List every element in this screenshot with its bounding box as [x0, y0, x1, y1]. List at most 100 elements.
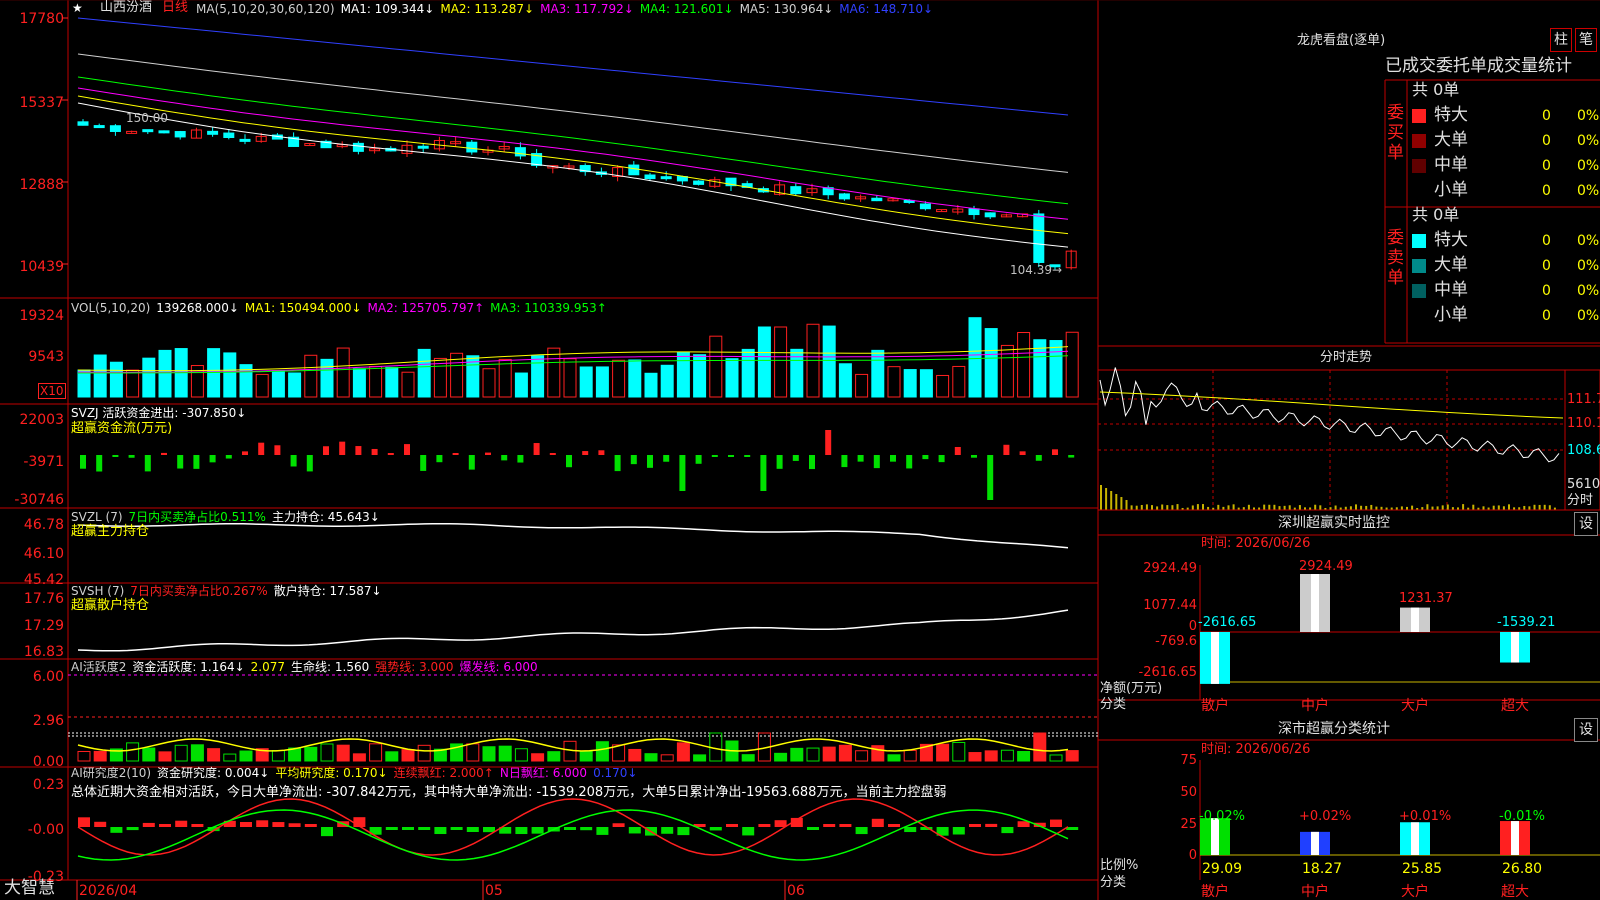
bar-mode-button[interactable]: 柱	[1550, 28, 1572, 52]
ma3-line	[77, 87, 1069, 220]
ai-active-bar	[401, 749, 415, 762]
svzj-bar	[630, 455, 637, 465]
ai-active-bar	[369, 743, 383, 762]
legend-item: MA3: 117.792↓	[540, 2, 634, 16]
sell-row-count: 0	[1542, 308, 1551, 324]
monitor-axis-sub: 分类	[1100, 697, 1127, 712]
svzj-y-label: -30746	[14, 492, 64, 508]
intraday-vol-bar	[1110, 491, 1113, 510]
candle-body	[352, 142, 364, 152]
ai-research-bar	[466, 827, 479, 832]
legend-item: 0.170↓	[593, 766, 638, 780]
intraday-vol-bar	[1436, 506, 1439, 510]
monitor-y-label: 2924.49	[1143, 561, 1197, 576]
intraday-vol-bar	[1268, 504, 1271, 510]
volume-bar	[838, 363, 852, 398]
volume-bar	[77, 369, 91, 398]
ai-research-bar	[774, 820, 787, 827]
monitor-category: 中户	[1301, 698, 1329, 714]
ai-research-bar	[564, 827, 576, 830]
intraday-vol-bar	[1156, 506, 1159, 510]
monitor-settings-button[interactable]: 设	[1574, 512, 1598, 536]
svsh-y-label: 17.76	[23, 591, 64, 607]
intraday-vol-bar	[1355, 504, 1357, 510]
volume-bars	[77, 317, 1079, 398]
svzj-bar	[306, 455, 313, 472]
ai-research-bar	[726, 824, 738, 827]
pen-mode-button[interactable]: 笔	[1575, 28, 1597, 52]
legend-item: 资金研究度: 0.004↓	[157, 766, 270, 780]
svzj-bar	[971, 455, 977, 458]
intraday-vol-bar	[1191, 505, 1194, 510]
volume-bar	[417, 348, 431, 398]
candle-body	[838, 193, 850, 200]
intraday-vol-bar	[1171, 505, 1174, 510]
svzj-y-label: 22003	[19, 412, 64, 428]
buy-row-pct: 0%	[1577, 133, 1600, 149]
period-label[interactable]: 日线	[162, 1, 188, 14]
legend-item: MA3: 110339.953↑	[490, 301, 607, 315]
price-y-label: 15337	[19, 95, 64, 111]
ai-active-y-label: 0.00	[32, 754, 64, 770]
classify-category: 中户	[1301, 884, 1329, 900]
classify-value-label: 29.09	[1202, 861, 1243, 877]
sell-color-swatch	[1412, 284, 1426, 298]
intraday-vol-bar	[1497, 505, 1500, 510]
intraday-vol-bar	[1508, 504, 1510, 510]
ai-research-bar	[304, 824, 317, 827]
ai-active-bar	[887, 754, 901, 762]
legend-item: SVSH (7)	[71, 584, 125, 598]
classify-category: 散户	[1201, 884, 1229, 900]
classify-bar-highlight	[1311, 831, 1319, 855]
legend-item: MA6: 148.710↓	[839, 2, 934, 16]
intraday-vol-bar	[1145, 504, 1148, 510]
svzj-bar	[193, 455, 200, 469]
svzj-bar	[161, 452, 167, 455]
classify-settings-button[interactable]: 设	[1574, 718, 1598, 742]
ai-active-bar	[93, 750, 107, 762]
legend-item: VOL(5,10,20)	[71, 301, 151, 315]
sell-row-count: 0	[1542, 258, 1551, 274]
ai-research-bar	[450, 827, 463, 830]
monitor-category: 大户	[1401, 698, 1429, 714]
intraday-vol-bar	[1319, 505, 1322, 510]
stock-name[interactable]: 山西汾酒	[100, 1, 152, 14]
volume-bar	[158, 349, 172, 398]
candle-body	[1033, 213, 1045, 263]
svzj-bar	[873, 455, 880, 469]
ai-active-bar	[1000, 749, 1014, 762]
intraday-vol-bar	[1100, 485, 1102, 510]
ai-research-bar	[709, 827, 722, 831]
legend-item: MA2: 125705.797↑	[367, 301, 485, 315]
svzj-bar	[468, 455, 475, 470]
ai-research-bar	[596, 827, 609, 835]
ai-active-bar	[126, 742, 140, 762]
sell-side-label: 卖	[1387, 248, 1404, 268]
ai-active-bar	[822, 746, 836, 762]
candle-body	[93, 125, 105, 129]
candle-body	[919, 203, 931, 210]
candle-body	[417, 145, 429, 149]
ai-research-bar	[272, 822, 285, 827]
buy-side-label: 买	[1387, 123, 1404, 143]
svzj-bar	[776, 455, 783, 469]
star-icon[interactable]: ★	[72, 2, 83, 14]
intraday-vol-bar	[1202, 504, 1204, 510]
legend-item: 139268.000↓	[156, 301, 239, 315]
candle-body	[644, 174, 656, 180]
svzj-bar	[323, 446, 329, 455]
ai-active-bar	[336, 744, 350, 762]
svzj-bar	[744, 455, 751, 457]
volume-bar	[320, 358, 334, 398]
candle-body	[984, 212, 996, 218]
intraday-vol-bar	[1446, 504, 1449, 510]
svzj-bar	[436, 455, 443, 463]
classify-change-label: +0.01%	[1399, 809, 1452, 824]
intraday-title[interactable]: 分时走势	[1320, 351, 1372, 364]
classify-bar-highlight	[1411, 822, 1419, 855]
svsh-y-label: 16.83	[23, 644, 64, 660]
buy-side-label: 单	[1387, 143, 1404, 163]
svzj-subtitle: 超赢资金流(万元)	[71, 421, 173, 436]
classify-change-label: -0.02%	[1199, 809, 1245, 824]
ai-active-bar	[806, 747, 820, 762]
